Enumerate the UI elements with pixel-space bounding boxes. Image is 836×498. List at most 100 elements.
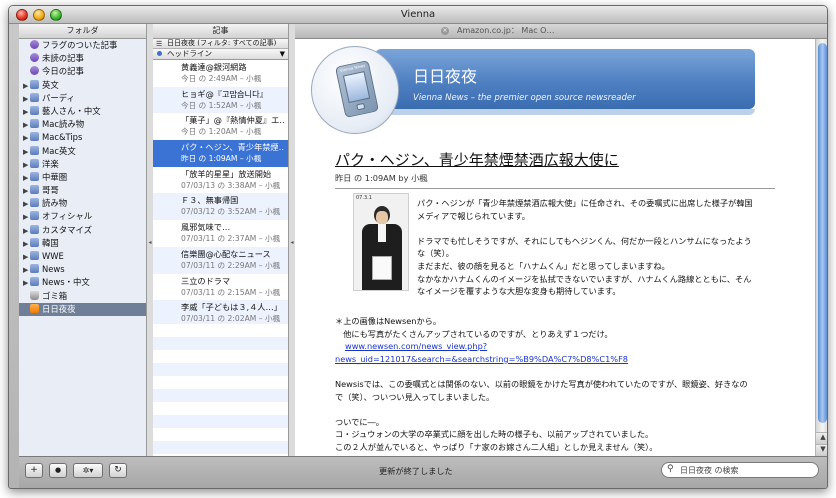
folder-item[interactable]: ▶ 韓国 <box>19 237 146 250</box>
articles-tab[interactable]: 記事 <box>153 24 288 39</box>
photo-certificate <box>372 256 392 280</box>
disclosure-triangle-icon[interactable]: ▶ <box>23 225 30 238</box>
folder-label: 藝人さん・中文 <box>42 105 101 116</box>
disclosure-triangle-icon[interactable]: ▶ <box>23 132 30 145</box>
disclosure-triangle-icon[interactable]: ▶ <box>23 277 30 290</box>
folder-item[interactable]: ▶ 藝人さん・中文 <box>19 105 146 118</box>
folder-icon <box>30 158 39 168</box>
folder-item[interactable]: ▶ Mac読み物 <box>19 118 146 131</box>
disclosure-triangle-icon[interactable]: ▶ <box>23 159 30 172</box>
folder-column-header[interactable]: フォルダ <box>19 24 146 39</box>
folder-item[interactable]: ▶ パーディ <box>19 92 146 105</box>
folder-label: カスタマイズ <box>42 224 92 235</box>
scrollbar-thumb[interactable] <box>818 43 827 423</box>
article-row[interactable]: 李威「子どもは３,４人…」 07/03/11 の 2:02AM – 小楓 <box>153 300 288 327</box>
action-menu-button[interactable]: ✲▾ <box>73 463 103 478</box>
folder-label: フラグのついた記事 <box>42 40 118 50</box>
article-meta: 07/03/11 の 2:15AM – 小楓 <box>181 287 281 297</box>
paragraph-line: な（笑）。 <box>417 248 454 259</box>
folder-label: 韓国 <box>42 237 59 248</box>
article-title: 「放羊的星星」放送開始 <box>181 168 272 179</box>
article-title: ヒョギ@『고맙습니다』 <box>181 88 268 99</box>
folder-item[interactable]: ▶ 哥哥 <box>19 184 146 197</box>
tab-web-page[interactable]: Amazon.co.jp： Mac O… <box>445 24 585 39</box>
disclosure-triangle-icon[interactable]: ▶ <box>23 251 30 264</box>
headline-column-header[interactable]: ヘッドライン ▼ <box>153 49 288 60</box>
folder-item[interactable]: 日日夜夜 <box>19 302 146 316</box>
folder-item[interactable]: ▶ 洋楽 <box>19 158 146 171</box>
disclosure-triangle-icon[interactable]: ▶ <box>23 93 30 106</box>
article-row[interactable]: Ｆ３、無事帰国 07/03/12 の 3:52AM – 小楓 <box>153 193 288 221</box>
article-row[interactable]: ヒョギ@『고맙습니다』 今日 の 1:52AM – 小楓 <box>153 86 288 114</box>
article-row[interactable]: 三立のドラマ 07/03/11 の 2:15AM – 小楓 <box>153 274 288 301</box>
article-row[interactable]: 黄義達@銀河網路今日 の 2:49AM – 小楓 <box>153 60 288 87</box>
folder-icon <box>30 277 39 287</box>
tab-web-label: Amazon.co.jp： Mac O… <box>457 26 555 35</box>
paragraph-line: ついでに―。 <box>335 416 384 427</box>
disclosure-triangle-icon[interactable]: ▶ <box>23 119 30 132</box>
content-scrollbar[interactable]: ▲ ▼ <box>815 39 827 456</box>
add-subscription-button[interactable]: + <box>25 463 43 478</box>
disclosure-triangle-icon[interactable]: ▶ <box>23 211 30 224</box>
disclosure-triangle-icon[interactable]: ▶ <box>23 146 30 159</box>
folder-item[interactable]: ▶ News <box>19 263 146 276</box>
folder-item[interactable]: ▶ Mac英文 <box>19 145 146 158</box>
search-icon: ⚲ <box>667 464 674 474</box>
article-headline[interactable]: パク・ヘジン、青少年禁煙禁酒広報大使に <box>335 149 775 170</box>
article-title: 風邪気味で… <box>181 222 231 233</box>
bottom-toolbar: + ● ✲▾ ↻ 更新が終了しました ⚲ <box>19 456 827 488</box>
close-tab-icon[interactable]: × <box>441 27 449 35</box>
disclosure-triangle-icon[interactable]: ▶ <box>23 185 30 198</box>
disclosure-triangle-icon[interactable]: ▶ <box>23 198 30 211</box>
folder-label: オフィシャル <box>42 211 93 222</box>
trash-icon <box>30 290 39 300</box>
folder-label: 今日の記事 <box>42 66 84 77</box>
folder-item[interactable]: ▶ 英文 <box>19 79 146 92</box>
folder-item[interactable]: ▶ WWE <box>19 250 146 263</box>
article-meta: 今日 の 2:49AM – 小楓 <box>181 74 262 83</box>
refresh-button[interactable]: ↻ <box>109 463 127 478</box>
scroll-up-arrow-icon[interactable]: ▲ <box>816 432 827 444</box>
folder-item[interactable]: フラグのついた記事 <box>19 39 146 52</box>
article-title: 黄義達@銀河網路 <box>181 62 247 72</box>
folder-item[interactable]: ▶ オフィシャル <box>19 210 146 223</box>
disclosure-triangle-icon[interactable]: ▶ <box>23 106 30 119</box>
article-title: 三立のドラマ <box>181 275 231 286</box>
article-row[interactable]: 「放羊的星星」放送開始 07/03/13 の 3:38AM – 小楓 <box>153 167 288 194</box>
article-row[interactable]: 「菓子」@『熱情仲夏』エ… 今日 の 1:20AM – 小楓 <box>153 113 288 140</box>
article-row[interactable]: 風邪気味で… 07/03/11 の 2:37AM – 小楓 <box>153 220 288 247</box>
article-body: パク・ヘジン、青少年禁煙禁酒広報大使に 昨日 の 1:09AM by 小楓 07… <box>335 149 775 452</box>
scroll-down-arrow-icon[interactable]: ▼ <box>816 444 827 456</box>
search-input[interactable] <box>680 464 810 476</box>
disclosure-triangle-icon[interactable]: ▶ <box>23 80 30 93</box>
article-row[interactable]: パク・ヘジン、青少年禁煙… 昨日 の 1:09AM – 小楓 <box>153 140 288 167</box>
disclosure-triangle-icon[interactable]: ▶ <box>23 172 30 185</box>
folder-icon <box>30 251 39 260</box>
article-rows: 黄義達@銀河網路今日 の 2:49AM – 小楓ヒョギ@『고맙습니다』 今日 の … <box>153 60 288 327</box>
folder-item[interactable]: ▶ 中華圏 <box>19 171 146 184</box>
folder-item[interactable]: 今日の記事 <box>19 65 146 78</box>
folder-item[interactable]: ▶ News・中文 <box>19 276 146 289</box>
source-link[interactable]: www.newsen.com/news_view.php? <box>345 341 487 351</box>
smart-folder-icon <box>30 66 39 76</box>
folder-label: パーディ <box>42 92 75 103</box>
folder-label: 未読の記事 <box>42 53 84 64</box>
folder-item[interactable]: ▶ 読み物 <box>19 197 146 210</box>
folder-item[interactable]: ▶ Mac&Tips <box>19 131 146 144</box>
folder-label: Mac英文 <box>42 145 76 156</box>
source-link-continued[interactable]: news_uid=121017&search=&searchstring=%B9… <box>335 354 628 364</box>
folder-item[interactable]: 未読の記事 <box>19 52 146 65</box>
paragraph-line <box>335 403 765 416</box>
disclosure-triangle-icon[interactable]: ▶ <box>23 238 30 251</box>
folder-item[interactable]: ▶ カスタマイズ <box>19 224 146 237</box>
filter-label: 日日夜夜 (フィルタ: すべての記事) <box>167 39 277 47</box>
folder-label: Mac読み物 <box>42 119 85 130</box>
disclosure-triangle-icon[interactable]: ▶ <box>23 264 30 277</box>
folder-item[interactable]: ゴミ箱 <box>19 290 146 303</box>
article-row[interactable]: 信樂團@心配なニュース 07/03/11 の 2:29AM – 小楓 <box>153 246 288 274</box>
refresh-icon: ↻ <box>114 465 122 475</box>
mark-read-button[interactable]: ● <box>49 463 67 478</box>
search-field[interactable]: ⚲ <box>661 462 819 478</box>
filter-header[interactable]: ☰ 日日夜夜 (フィルタ: すべての記事) <box>153 39 288 49</box>
article-paragraph-intro: パク・ヘジンが「青少年禁煙禁酒広報大使」に任命され、その委嘱式に出席した様子が韓… <box>417 197 767 298</box>
